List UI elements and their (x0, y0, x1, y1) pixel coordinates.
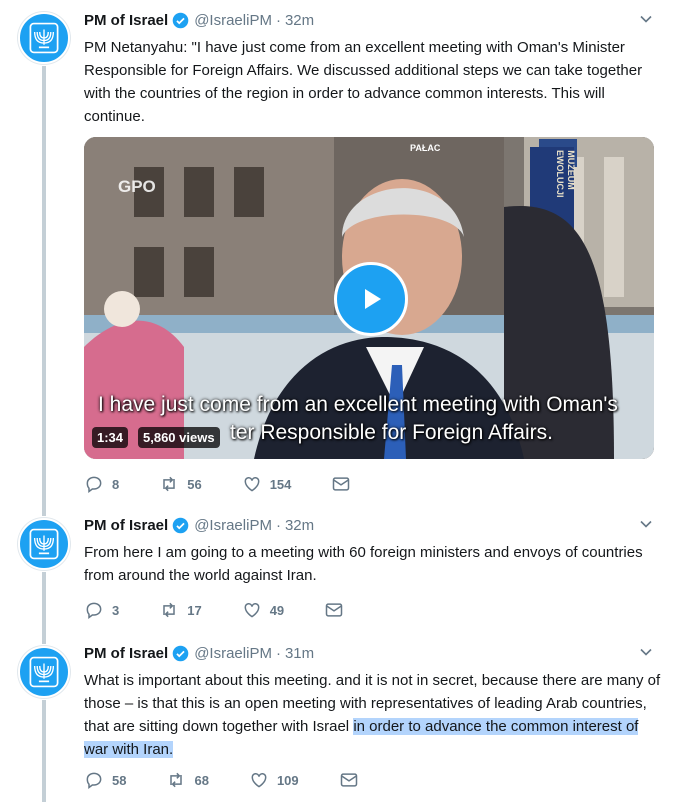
like-button[interactable]: 154 (242, 474, 292, 494)
thread-line (42, 572, 46, 644)
retweet-icon (163, 602, 175, 618)
tweet-timestamp[interactable]: 32m (285, 517, 314, 534)
envelope-icon (333, 477, 350, 491)
thread-line (42, 700, 46, 802)
reply-icon (86, 602, 102, 619)
reply-button[interactable]: 8 (84, 474, 119, 494)
tweet-header: PM of Israel @IsraeliPM · 31m (84, 641, 664, 665)
author-handle[interactable]: @IsraeliPM (194, 645, 272, 662)
verified-badge-icon (172, 12, 189, 28)
author-name[interactable]: PM of Israel (84, 645, 168, 662)
author-name[interactable]: PM of Israel (84, 517, 168, 534)
envelope-icon (325, 603, 343, 617)
separator-dot: · (275, 644, 281, 662)
like-count: 109 (276, 772, 299, 788)
tweet[interactable]: PM of Israel @IsraeliPM · 31m What is im… (84, 641, 664, 761)
reply-count: 8 (112, 476, 120, 492)
retweet-button[interactable]: 17 (159, 600, 202, 620)
video-duration: 1:34 (92, 427, 129, 448)
play-button[interactable] (334, 262, 408, 336)
tweet-timestamp[interactable]: 31m (285, 645, 314, 662)
reply-count: 58 (112, 772, 127, 788)
heart-icon (244, 476, 260, 492)
reply-icon (86, 772, 102, 789)
reply-count: 3 (112, 602, 120, 618)
retweet-count: 56 (187, 476, 202, 492)
like-button[interactable]: 49 (242, 600, 284, 620)
tweet-actions: 8 56 154 (84, 474, 391, 494)
thread-line (42, 66, 46, 516)
separator-dot: · (275, 516, 281, 534)
retweet-icon (170, 772, 183, 788)
author-name[interactable]: PM of Israel (84, 12, 168, 29)
like-button[interactable]: 109 (249, 770, 299, 790)
sign-top: PAŁAC (410, 143, 441, 153)
author-handle[interactable]: @IsraeliPM (194, 12, 272, 29)
envelope-icon (340, 773, 357, 787)
menorah-emblem-icon (29, 528, 59, 560)
avatar[interactable] (18, 518, 70, 570)
tweet-actions: 58 68 109 (84, 770, 399, 790)
retweet-button[interactable]: 56 (159, 474, 202, 494)
verified-badge-icon (172, 645, 189, 661)
heart-icon (244, 602, 260, 618)
avatar[interactable] (18, 12, 70, 64)
tweet-header: PM of Israel @IsraeliPM · 32m (84, 8, 664, 32)
sign-side: MUZEUM EWOLUCJI (555, 150, 576, 198)
retweet-button[interactable]: 68 (166, 770, 209, 790)
reply-button[interactable]: 58 (84, 770, 126, 790)
video-subtitle-line-2: ter Responsible for Foreign Affairs. (230, 421, 553, 444)
like-count: 154 (269, 476, 292, 492)
author-handle[interactable]: @IsraeliPM (194, 517, 272, 534)
separator-dot: · (275, 11, 281, 29)
chevron-down-icon[interactable] (638, 11, 654, 27)
avatar[interactable] (18, 646, 70, 698)
retweet-count: 17 (187, 602, 202, 618)
tweet-actions: 3 17 49 (84, 600, 384, 620)
verified-badge-icon (172, 517, 189, 533)
like-count: 49 (269, 602, 285, 618)
tweet[interactable]: PM of Israel @IsraeliPM · 32m PM Netanya… (84, 8, 664, 128)
retweet-icon (163, 476, 175, 492)
reply-icon (86, 476, 102, 493)
video-views: 5,860 views (138, 427, 220, 448)
reply-button[interactable]: 3 (84, 600, 119, 620)
menorah-emblem-icon (29, 22, 59, 54)
tweet-text: PM Netanyahu: "I have just come from an … (84, 39, 643, 125)
tweet-timestamp[interactable]: 32m (285, 12, 314, 29)
tweet-text: From here I am going to a meeting with 6… (84, 544, 643, 584)
chevron-down-icon[interactable] (638, 644, 654, 660)
direct-message-button[interactable] (331, 474, 351, 494)
direct-message-button[interactable] (324, 600, 344, 620)
menorah-emblem-icon (29, 656, 59, 688)
play-icon (365, 289, 381, 309)
tweet[interactable]: PM of Israel @IsraeliPM · 32m From here … (84, 513, 664, 587)
tweet-text: What is important about this meeting. an… (84, 669, 664, 761)
tweet-header: PM of Israel @IsraeliPM · 32m (84, 513, 664, 537)
direct-message-button[interactable] (339, 770, 359, 790)
watermark-logo: GPO (118, 177, 156, 196)
chevron-down-icon[interactable] (638, 516, 654, 532)
retweet-count: 68 (194, 772, 209, 788)
video-subtitle-line-1: I have just come from an excellent meeti… (98, 393, 618, 416)
heart-icon (251, 772, 267, 788)
